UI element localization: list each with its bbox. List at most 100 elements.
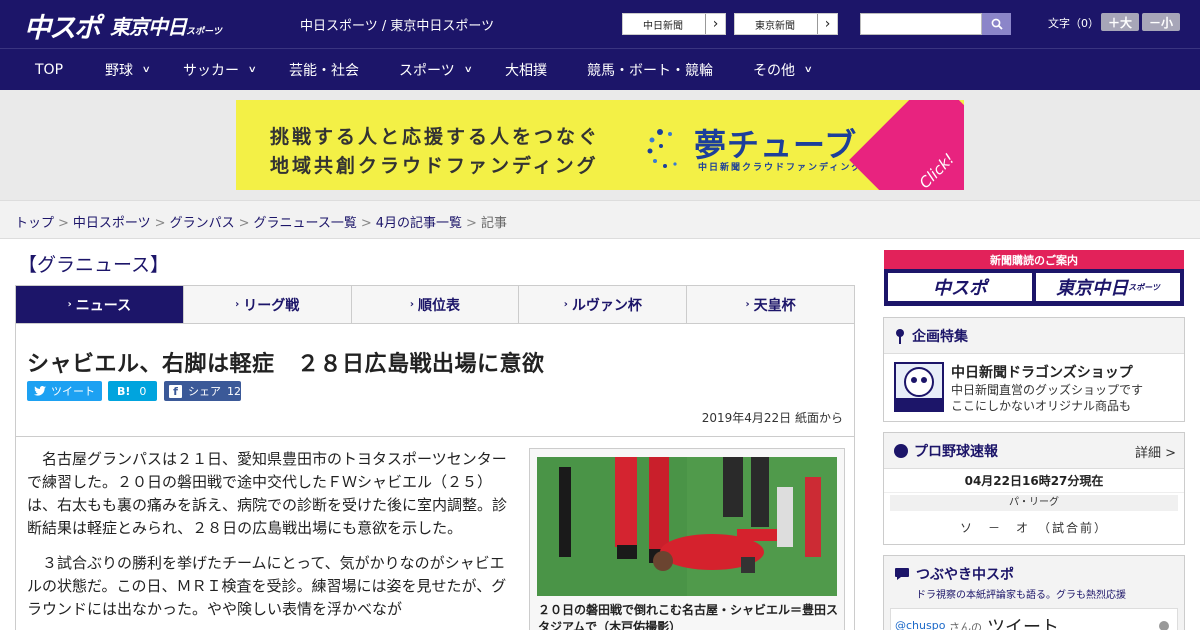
site-header: 中スポ 東京中日スポーツ 中日スポーツ / 東京中日スポーツ 中日新聞 › 東京… [0, 0, 1200, 48]
search-input[interactable] [860, 13, 982, 35]
nav-item-other[interactable]: その他 ∨ [753, 49, 813, 90]
crowdfunding-banner[interactable]: 挑戦する人と応援する人をつなぐ 地域共創クラウドファンディング 夢チューブ 中日… [236, 100, 964, 190]
tab-emperors-cup[interactable]: › 天皇杯 [687, 286, 854, 323]
search-button[interactable] [982, 13, 1011, 35]
tab-standings[interactable]: › 順位表 [351, 286, 520, 323]
site-links[interactable]: 中日スポーツ / 東京中日スポーツ [300, 15, 494, 34]
baseball-more-link[interactable]: 詳細 > [1135, 442, 1176, 461]
breadcrumb-separator: > [154, 216, 166, 231]
chuspo-logo[interactable]: 中スポ [24, 6, 101, 45]
banner-subtitle: 中日新聞クラウドファンディング [698, 163, 863, 173]
mascot-icon [896, 367, 942, 410]
league-label: パ・リーグ [890, 495, 1178, 511]
facebook-share-button[interactable]: f シェア 12 [164, 381, 241, 401]
chevron-right-icon: › [745, 299, 750, 310]
article-paragraph: 名古屋グランパスは２１日、愛知県豊田市のトヨタスポーツセンターで練習した。２０日… [27, 450, 508, 537]
facebook-share-label: シェア [188, 385, 221, 398]
twitter-account-suffix: さんの [949, 621, 982, 630]
subscription-heading: 新聞購読のご案内 [990, 254, 1078, 267]
tweets-subtitle: ドラ視察の本紙評論家も語る。グラも熱烈応援 [916, 590, 1126, 601]
tweets-title-row: つぶやき中スポ [894, 564, 1184, 584]
nav-item-soccer[interactable]: サッカー ∨ [183, 49, 257, 90]
chunichi-shimbun-button[interactable]: 中日新聞 › [622, 13, 726, 35]
chevron-down-icon: ∨ [463, 64, 473, 75]
banner-line-2: 地域共創クラウドファンディング [270, 155, 599, 177]
hatena-bookmark-icon: B! [117, 384, 131, 398]
sub-logo-small: スポーツ [1128, 282, 1160, 292]
section-title: 【グラニュース】 [18, 254, 170, 276]
nav-item-label: 野球 [105, 62, 133, 79]
score-update-time: 04月22日16時27分現在 [884, 469, 1184, 493]
subscribe-chuspo-logo[interactable]: 中スポ [888, 273, 1032, 301]
chevron-right-icon: › [67, 299, 72, 310]
feature-card-title: 企画特集 [912, 328, 968, 345]
font-size-decrease-button[interactable]: －小 [1142, 13, 1180, 31]
breadcrumb-link[interactable]: トップ [15, 216, 54, 231]
click-ribbon [849, 100, 964, 190]
article-date: 2019年4月22日 紙面から [701, 411, 843, 425]
font-size-increase-button[interactable]: ＋大 [1101, 13, 1139, 31]
tab-label: ニュース [75, 297, 132, 314]
divider [16, 436, 854, 437]
tweets-card-title: つぶやき中スポ [916, 567, 1014, 583]
tab-league[interactable]: › リーグ戦 [183, 286, 352, 323]
facebook-icon: f [169, 384, 182, 398]
tokyo-chunichi-logo[interactable]: 東京中日スポーツ [110, 11, 222, 40]
nav-item-keiba[interactable]: 競馬・ボート・競輪 [587, 49, 713, 90]
nav-item-label: 大相撲 [505, 62, 547, 79]
breadcrumb-link[interactable]: 4月の記事一覧 [376, 216, 462, 231]
hatena-count: 0 [139, 384, 147, 398]
chevron-down-icon: ∨ [247, 64, 257, 75]
paper-button-label: 東京新聞 [755, 20, 795, 32]
nav-item-sumo[interactable]: 大相撲 [505, 49, 547, 90]
chevron-down-icon: ∨ [141, 64, 151, 75]
breadcrumb-separator: > [58, 216, 69, 231]
tab-label: 順位表 [418, 297, 461, 314]
breadcrumb-separator: > [238, 216, 250, 231]
article-photo-figure: ２０日の磐田戦で倒れこむ名古屋・シャビエル＝豊田スタジアムで（木戸佑撮影） [529, 448, 845, 630]
feature-item-title[interactable]: 中日新聞ドラゴンズショップ [951, 362, 1133, 382]
subscription-banner[interactable]: 新聞購読のご案内 中スポ 東京中日 スポーツ [884, 250, 1184, 306]
feature-item-desc: 中日新聞直営のグッズショップです ここにしかないオリジナル商品も [951, 382, 1143, 414]
chevron-right-icon: › [409, 299, 415, 310]
chevron-right-icon: › [563, 299, 568, 310]
nav-item-label: TOP [35, 61, 64, 78]
subscribe-tokyo-chunichi-logo[interactable]: 東京中日 スポーツ [1036, 273, 1180, 301]
twitter-account[interactable]: @chuspo [895, 619, 945, 630]
tweet-button[interactable]: ツイート [27, 381, 102, 401]
nav-item-sports[interactable]: スポーツ ∨ [399, 49, 473, 90]
font-size-label: 文字（0） [1048, 17, 1099, 30]
nav-item-label: その他 [753, 62, 795, 79]
sub-logo-text: 東京中日 [1056, 278, 1129, 299]
nav-item-label: スポーツ [399, 62, 455, 79]
tab-label: ルヴァン杯 [571, 297, 642, 314]
game-score[interactable]: ソ － オ （試合前） [884, 513, 1184, 536]
nav-item-baseball[interactable]: 野球 ∨ [105, 49, 151, 90]
paper-button-label: 中日新聞 [643, 20, 683, 32]
tab-news[interactable]: › ニュース [16, 286, 184, 323]
dragons-shop-thumbnail[interactable] [894, 362, 944, 412]
info-icon[interactable] [1159, 621, 1169, 630]
article-photo[interactable] [537, 457, 837, 596]
breadcrumb-link[interactable]: 中日スポーツ [73, 216, 151, 231]
feature-desc-line: ここにしかないオリジナル商品も [951, 399, 1132, 413]
chevron-right-icon: › [235, 299, 240, 310]
tweet-widget[interactable]: @chuspo さんの ツイート [890, 608, 1178, 630]
tokyo-logo-small: スポーツ [186, 27, 222, 37]
breadcrumb-link[interactable]: グラニュース一覧 [254, 216, 357, 231]
tab-levain-cup[interactable]: › ルヴァン杯 [519, 286, 688, 323]
breadcrumb-link[interactable]: グランパス [170, 216, 235, 231]
pin-icon [896, 328, 904, 344]
article-paragraph: ３試合ぶりの勝利を挙げたチームにとって、気がかりなのがシャビエルの状態だ。この日… [27, 554, 507, 618]
nav-item-entertainment[interactable]: 芸能・社会 [289, 49, 359, 90]
breadcrumb-separator: > [466, 216, 477, 231]
feature-card-heading: 企画特集 [884, 318, 1184, 354]
baseball-icon [894, 443, 908, 458]
main-nav: TOP 野球 ∨ サッカー ∨ 芸能・社会 スポーツ ∨ 大相撲 競馬・ボート・競輪 … [0, 48, 1200, 90]
nav-item-top[interactable]: TOP [35, 49, 63, 90]
baseball-card-title: プロ野球速報 [914, 443, 998, 460]
baseball-live-card: プロ野球速報 詳細 > 04月22日16時27分現在 パ・リーグ ソ － オ （… [883, 432, 1185, 545]
article-headline: シャビエル、右脚は軽症 ２８日広島戦出場に意欲 [27, 352, 545, 377]
tokyo-shimbun-button[interactable]: 東京新聞 › [734, 13, 838, 35]
hatena-bookmark-button[interactable]: B! 0 [108, 381, 157, 401]
